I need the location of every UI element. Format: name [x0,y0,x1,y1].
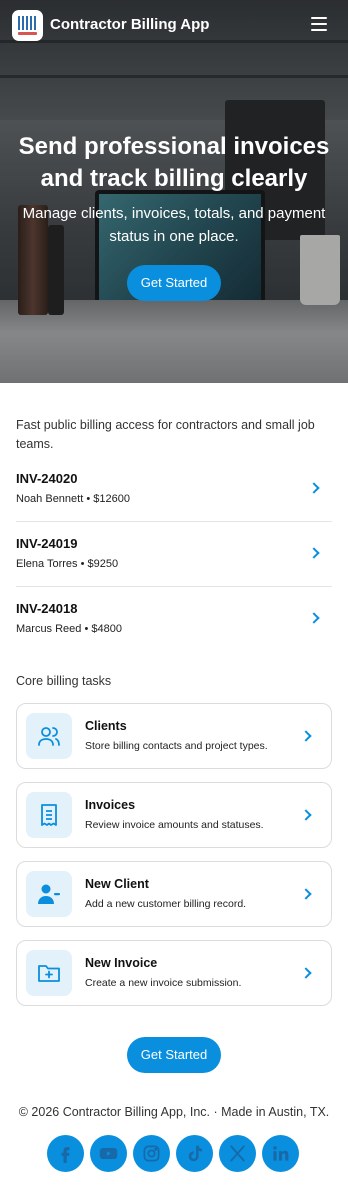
invoice-row[interactable]: INV-24018 Marcus Reed • $4800 [16,601,332,665]
hero-section: Contractor Billing App Send professional… [0,0,348,383]
hamburger-menu-icon[interactable] [311,17,327,31]
tiktok-icon[interactable] [176,1135,213,1172]
invoice-number: INV-24020 [16,471,78,486]
bottom-get-started-button[interactable]: Get Started [127,1037,221,1073]
linkedin-icon[interactable] [262,1135,299,1172]
task-card-clients[interactable]: Clients Store billing contacts and proje… [16,703,332,769]
section-heading: Core billing tasks [16,674,112,688]
hero-get-started-button[interactable]: Get Started [127,265,221,301]
task-description: Store billing contacts and project types… [85,740,268,752]
chevron-right-icon [300,730,312,742]
app-name[interactable]: Contractor Billing App [50,16,209,33]
invoice-meta: Elena Torres • $9250 [16,558,119,570]
task-card-new-invoice[interactable]: New Invoice Create a new invoice submiss… [16,940,332,1006]
invoice-row[interactable]: INV-24019 Elena Torres • $9250 [16,536,332,600]
task-card-invoices[interactable]: Invoices Review invoice amounts and stat… [16,782,332,848]
chevron-right-icon [308,612,320,624]
chevron-right-icon [300,967,312,979]
youtube-icon[interactable] [90,1135,127,1172]
chevron-right-icon [300,888,312,900]
task-description: Review invoice amounts and statuses. [85,819,264,831]
instagram-icon[interactable] [133,1135,170,1172]
task-title: New Invoice [85,956,158,970]
receipt-icon [26,792,72,838]
app-logo-icon[interactable] [12,10,43,41]
invoice-number: INV-24018 [16,601,78,616]
hero-title: Send professional invoices and track bil… [18,133,330,192]
hero-subtitle: Manage clients, invoices, totals, and pa… [22,205,326,245]
users-icon [26,713,72,759]
chevron-right-icon [308,547,320,559]
task-description: Add a new customer billing record. [85,898,247,910]
task-description: Create a new invoice submission. [85,977,242,989]
task-title: New Client [85,877,149,891]
invoice-number: INV-24019 [16,536,78,551]
user-minus-icon [26,871,72,917]
task-title: Clients [85,719,127,733]
task-title: Invoices [85,798,136,812]
top-nav: Contractor Billing App [0,0,348,50]
divider [16,521,332,522]
footer-text: © 2026 Contractor Billing App, Inc. · Ma… [18,1105,330,1119]
chevron-right-icon [300,809,312,821]
chevron-right-icon [308,482,320,494]
intro-text: Fast public billing access for contracto… [16,418,315,451]
invoice-row[interactable]: INV-24020 Noah Bennett • $12600 [16,471,332,535]
folder-plus-icon [26,950,72,996]
divider [16,586,332,587]
facebook-icon[interactable] [47,1135,84,1172]
x-icon[interactable] [219,1135,256,1172]
invoice-meta: Marcus Reed • $4800 [16,623,122,635]
invoice-meta: Noah Bennett • $12600 [16,493,130,505]
task-card-new-client[interactable]: New Client Add a new customer billing re… [16,861,332,927]
